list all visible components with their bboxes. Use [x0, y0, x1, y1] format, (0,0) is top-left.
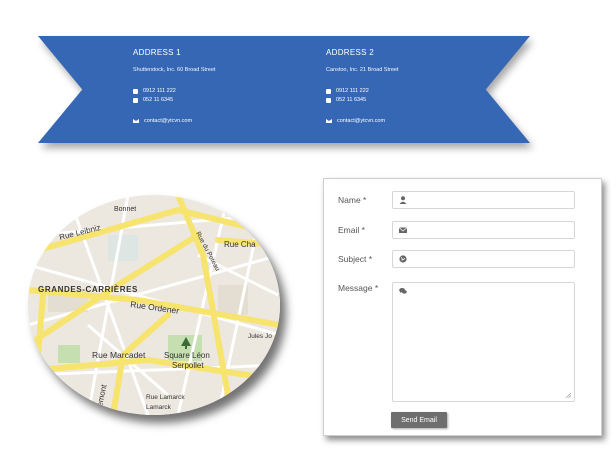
- map-label: Square Léon: [164, 351, 210, 360]
- phone-icon: [133, 88, 138, 94]
- user-icon: [399, 196, 407, 204]
- email-label: Email *: [338, 225, 365, 235]
- phone-number: 0912 111 222: [336, 88, 369, 94]
- address-street: Canstoo, Inc. 21 Broad Street: [326, 67, 399, 73]
- phone-number: 0912 111 222: [143, 88, 176, 94]
- phone-line: 052 11 6345: [133, 97, 173, 103]
- phone-number: 052 11 6345: [143, 97, 174, 103]
- email-line[interactable]: contact@ytcvn.com: [133, 118, 192, 124]
- message-label: Message *: [338, 283, 379, 293]
- map-view[interactable]: Bonnet Rue Leibniz Rue Cha Rue du Poteau…: [28, 195, 280, 415]
- comments-icon: [399, 287, 407, 294]
- email-link[interactable]: contact@ytcvn.com: [144, 118, 192, 124]
- name-label: Name *: [338, 195, 367, 205]
- phone-line: 0912 111 222: [133, 88, 176, 94]
- name-input[interactable]: [392, 191, 575, 209]
- email-line[interactable]: contact@ytcvn.com: [326, 118, 385, 124]
- email-link[interactable]: contact@ytcvn.com: [337, 118, 385, 124]
- map-label: Rue Cha: [224, 240, 256, 249]
- send-email-button[interactable]: Send Email: [391, 412, 447, 428]
- message-textarea[interactable]: [392, 282, 575, 402]
- envelope-icon: [133, 119, 139, 123]
- email-input[interactable]: [392, 221, 575, 239]
- phone-icon: [326, 88, 331, 94]
- phone-number: 052 11 6345: [336, 97, 367, 103]
- map-label: Jules Jo: [248, 333, 272, 340]
- envelope-icon: [399, 227, 407, 233]
- map-label: Rue Marcadet: [92, 350, 146, 360]
- ribbon-background: [38, 36, 530, 143]
- map-district-label: GRANDES-CARRIÈRES: [38, 285, 138, 294]
- globe-icon: [399, 255, 407, 263]
- map-label: Lamarck: [146, 404, 172, 411]
- envelope-icon: [326, 119, 332, 123]
- address-title: ADDRESS 1: [133, 48, 182, 57]
- contact-form: Name * Email * Subject * Message * Send …: [323, 178, 602, 436]
- phone-icon: [133, 97, 138, 103]
- address-title: ADDRESS 2: [326, 48, 375, 57]
- address-ribbon: ADDRESS 1 Shutterstock, Inc. 60 Broad St…: [38, 36, 530, 143]
- map-label: Serpollet: [172, 361, 204, 370]
- address-street: Shutterstock, Inc. 60 Broad Street: [133, 67, 216, 73]
- map-label: Rue Lamarck: [146, 394, 185, 401]
- resize-handle-icon[interactable]: [565, 392, 571, 398]
- phone-icon: [326, 97, 331, 103]
- map-label: Bonnet: [114, 206, 136, 213]
- phone-line: 052 11 6345: [326, 97, 366, 103]
- subject-input[interactable]: [392, 250, 575, 268]
- subject-label: Subject *: [338, 254, 373, 264]
- phone-line: 0912 111 222: [326, 88, 369, 94]
